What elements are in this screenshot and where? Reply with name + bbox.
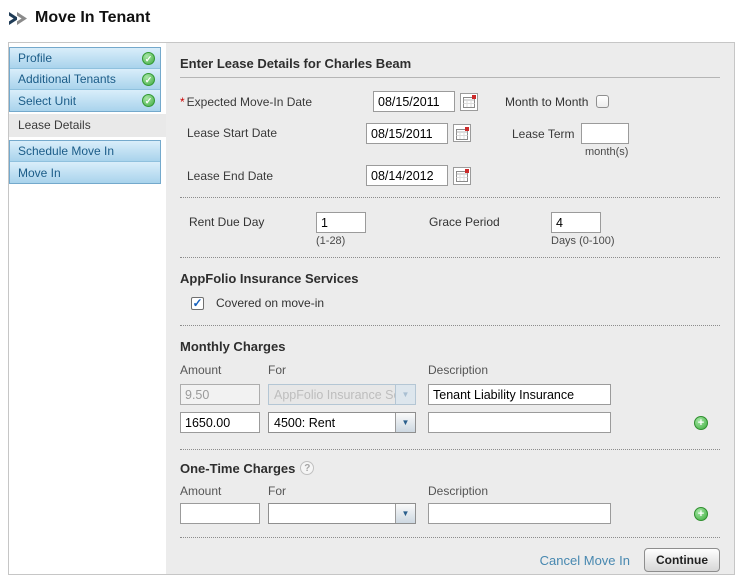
one-time-charge-row: ▼ + <box>180 503 720 524</box>
expected-move-in-row: *Expected Move-In Date Month to Month <box>180 91 720 112</box>
grace-period-group: Days (0-100) <box>551 212 615 247</box>
move-in-wizard: Profile ✓ Additional Tenants ✓ Select Un… <box>8 42 735 575</box>
description-column-header: Description <box>428 363 611 377</box>
sidebar-item-label: Schedule Move In <box>18 144 160 158</box>
rent-due-day-group: (1-28) <box>316 212 366 247</box>
amount-column-header: Amount <box>180 363 260 377</box>
chevron-down-icon: ▼ <box>395 413 415 432</box>
separator <box>180 537 720 538</box>
sidebar-item-label: Lease Details <box>18 118 91 132</box>
continue-button[interactable]: Continue <box>644 548 720 572</box>
wizard-steps-sidebar: Profile ✓ Additional Tenants ✓ Select Un… <box>9 43 166 574</box>
lease-start-input[interactable] <box>366 123 448 144</box>
insurance-section-title: AppFolio Insurance Services <box>180 271 720 286</box>
calendar-icon <box>456 169 469 182</box>
sidebar-item-profile[interactable]: Profile ✓ <box>10 48 160 69</box>
separator <box>180 449 720 450</box>
month-to-month-label: Month to Month <box>505 95 588 109</box>
page-title: Move In Tenant <box>35 9 150 27</box>
page-header: Move In Tenant <box>0 0 750 27</box>
sidebar-item-additional-tenants[interactable]: Additional Tenants ✓ <box>10 69 160 90</box>
help-icon[interactable]: ? <box>300 461 314 475</box>
add-one-time-charge-button[interactable]: + <box>694 507 708 521</box>
covered-on-move-in-label: Covered on move-in <box>216 296 324 310</box>
one-time-for-select[interactable]: ▼ <box>268 503 416 524</box>
sidebar-item-label: Profile <box>18 51 142 65</box>
monthly-charge-row-insurance: AppFolio Insurance Se ▼ <box>180 384 720 405</box>
step-complete-check-icon: ✓ <box>142 94 155 107</box>
sidebar-item-move-in[interactable]: Move In <box>10 162 160 183</box>
month-to-month-checkbox[interactable] <box>596 95 609 108</box>
one-time-description-input[interactable] <box>428 503 611 524</box>
sidebar-item-label: Additional Tenants <box>18 72 142 86</box>
monthly-description-input-2[interactable] <box>428 412 611 433</box>
sidebar-item-label: Move In <box>18 166 160 180</box>
completed-steps-group: Profile ✓ Additional Tenants ✓ Select Un… <box>9 47 161 112</box>
one-time-amount-input[interactable] <box>180 503 260 524</box>
lease-start-label: Lease Start Date <box>180 123 366 140</box>
form-title: Enter Lease Details for Charles Beam <box>180 43 720 78</box>
expected-move-in-input[interactable] <box>373 91 455 112</box>
lease-end-calendar-icon[interactable] <box>453 167 471 185</box>
monthly-amount-input-2[interactable] <box>180 412 260 433</box>
insurance-checkbox-row: ✓ Covered on move-in <box>180 296 720 310</box>
lease-details-panel: Enter Lease Details for Charles Beam *Ex… <box>166 43 734 574</box>
amount-column-header: Amount <box>180 484 260 498</box>
chevron-down-icon: ▼ <box>395 385 415 404</box>
calendar-icon <box>463 95 476 108</box>
grace-period-input[interactable] <box>551 212 601 233</box>
separator <box>180 257 720 258</box>
sidebar-item-select-unit[interactable]: Select Unit ✓ <box>10 90 160 111</box>
rent-due-day-label: Rent Due Day <box>189 212 316 229</box>
lease-term-unit: month(s) <box>585 146 629 158</box>
monthly-amount-input-1 <box>180 384 260 405</box>
grace-period-label: Grace Period <box>429 212 551 229</box>
upcoming-steps-group: Schedule Move In Move In <box>9 140 161 184</box>
monthly-charges-title: Monthly Charges <box>180 339 720 354</box>
select-value: AppFolio Insurance Se <box>269 385 395 404</box>
separator <box>180 197 720 198</box>
lease-start-row: Lease Start Date Lease Term month(s) <box>180 123 720 158</box>
monthly-charges-headers: Amount For Description <box>180 363 720 377</box>
one-time-charges-headers: Amount For Description <box>180 484 720 498</box>
expected-move-in-calendar-icon[interactable] <box>460 93 478 111</box>
for-column-header: For <box>268 484 416 498</box>
lease-end-input[interactable] <box>366 165 448 186</box>
lease-start-calendar-icon[interactable] <box>453 124 471 142</box>
double-chevron-icon <box>8 11 28 26</box>
for-column-header: For <box>268 363 416 377</box>
step-complete-check-icon: ✓ <box>142 52 155 65</box>
rent-due-day-hint: (1-28) <box>316 235 366 247</box>
description-column-header: Description <box>428 484 611 498</box>
one-time-charges-title: One-Time Charges? <box>180 461 720 476</box>
step-complete-check-icon: ✓ <box>142 73 155 86</box>
chevron-down-icon: ▼ <box>395 504 415 523</box>
required-marker: * <box>180 95 185 109</box>
lease-end-label: Lease End Date <box>180 169 366 183</box>
sidebar-item-schedule-move-in[interactable]: Schedule Move In <box>10 141 160 162</box>
rent-due-day-input[interactable] <box>316 212 366 233</box>
lease-term-label: Lease Term <box>512 127 574 141</box>
monthly-charge-row-rent: 4500: Rent ▼ + <box>180 412 720 433</box>
expected-move-in-label: *Expected Move-In Date <box>180 95 373 109</box>
select-value: 4500: Rent <box>269 413 395 432</box>
monthly-for-select-2[interactable]: 4500: Rent ▼ <box>268 412 416 433</box>
covered-on-move-in-checkbox[interactable]: ✓ <box>191 297 204 310</box>
add-monthly-charge-button[interactable]: + <box>694 416 708 430</box>
lease-term-group: Lease Term month(s) <box>512 123 629 158</box>
calendar-icon <box>456 127 469 140</box>
cancel-move-in-link[interactable]: Cancel Move In <box>540 553 630 568</box>
sidebar-item-label: Select Unit <box>18 94 142 108</box>
form-actions: Cancel Move In Continue <box>180 548 720 572</box>
select-value <box>269 504 395 523</box>
monthly-description-input-1[interactable] <box>428 384 611 405</box>
lease-term-input[interactable] <box>581 123 629 144</box>
monthly-for-select-1: AppFolio Insurance Se ▼ <box>268 384 416 405</box>
lease-end-row: Lease End Date <box>180 165 720 186</box>
grace-period-hint: Days (0-100) <box>551 235 615 247</box>
rent-due-row: Rent Due Day (1-28) Grace Period Days (0… <box>180 212 720 247</box>
sidebar-item-lease-details-active[interactable]: Lease Details <box>9 114 166 137</box>
separator <box>180 325 720 326</box>
